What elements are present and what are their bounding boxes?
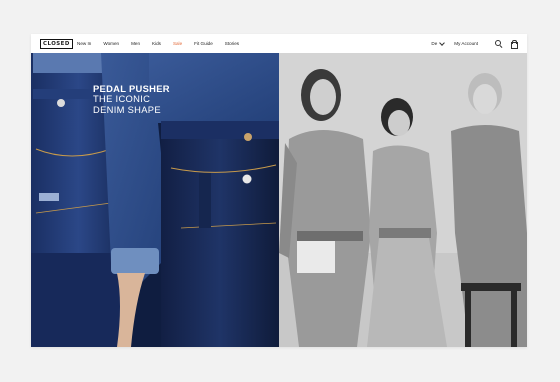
main-menu: New In Women Men Kids Sale Fit Guide Sto… xyxy=(77,34,251,53)
nav-stories[interactable]: Stories xyxy=(225,41,239,46)
chevron-down-icon xyxy=(439,39,446,46)
brand-logo[interactable]: CLOSED xyxy=(40,39,73,49)
nav-women[interactable]: Women xyxy=(103,41,119,46)
nav-sale[interactable]: Sale xyxy=(173,41,182,46)
nav-new-in[interactable]: New In xyxy=(77,41,91,46)
search-icon[interactable] xyxy=(494,39,503,48)
hero-image-denim[interactable]: PEDAL PUSHER THE ICONIC DENIM SHAPE xyxy=(31,53,279,347)
hero-headline[interactable]: PEDAL PUSHER THE ICONIC DENIM SHAPE xyxy=(93,83,170,115)
language-label: De xyxy=(431,41,438,46)
nav-kids[interactable]: Kids xyxy=(152,41,161,46)
browser-page: CLOSED New In Women Men Kids Sale Fit Gu… xyxy=(31,34,527,347)
nav-fit-guide[interactable]: Fit Guide xyxy=(194,41,213,46)
hero-image-models[interactable] xyxy=(279,53,527,347)
shopping-bag-icon[interactable] xyxy=(509,39,518,49)
models-photo xyxy=(279,53,527,347)
top-navigation: CLOSED New In Women Men Kids Sale Fit Gu… xyxy=(31,34,527,54)
my-account-link[interactable]: My Account xyxy=(454,41,478,46)
hero-headline-line3: DENIM SHAPE xyxy=(93,103,161,115)
nav-men[interactable]: Men xyxy=(131,41,140,46)
language-selector[interactable]: De xyxy=(431,39,446,46)
nav-utilities: De My Account xyxy=(431,34,518,53)
